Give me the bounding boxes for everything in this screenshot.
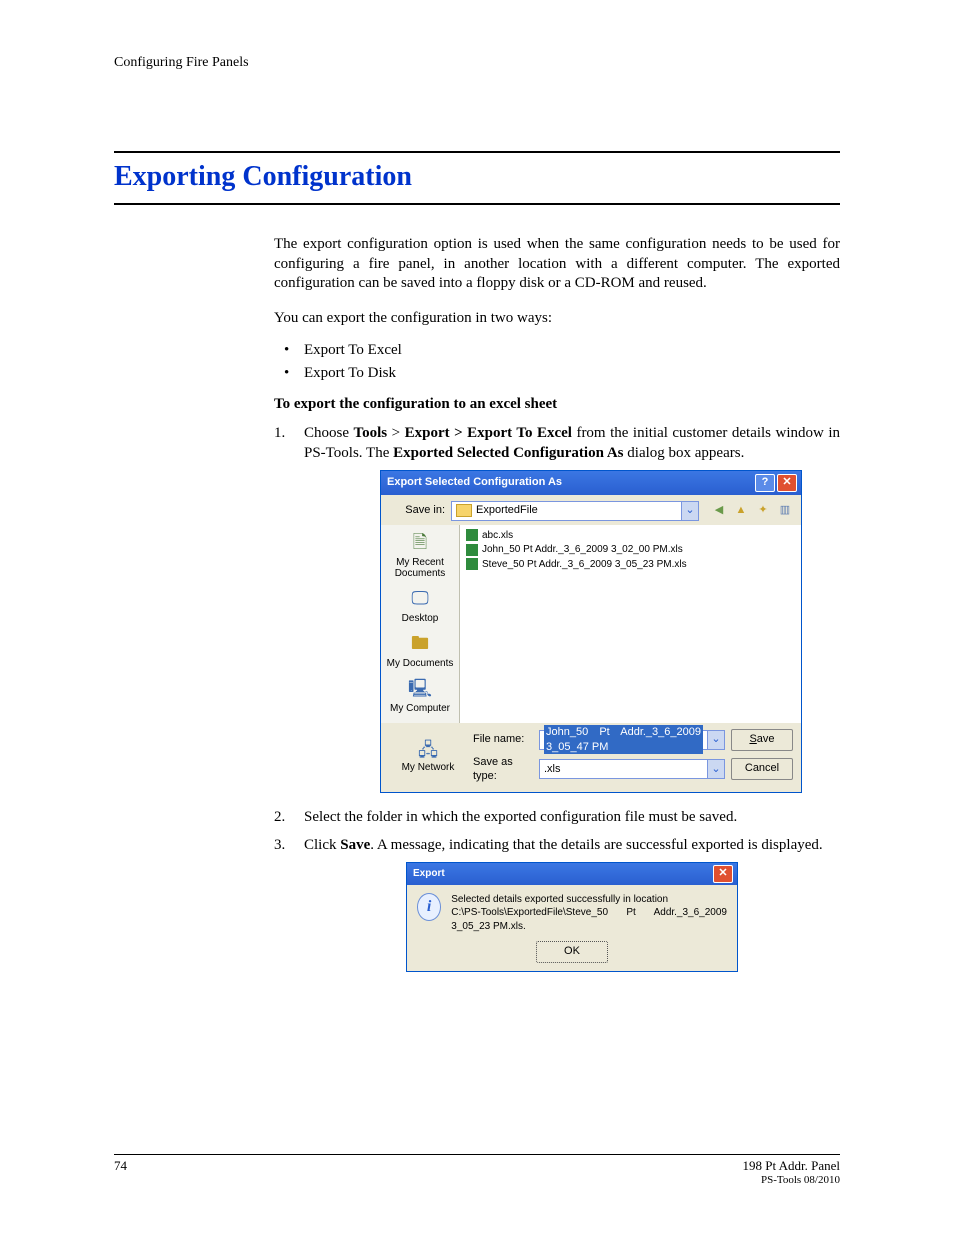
- msg-title-text: Export: [413, 867, 445, 881]
- chevron-down-icon[interactable]: ⌄: [707, 731, 724, 749]
- place-recent[interactable]: 🗎 My Recent Documents: [381, 529, 459, 585]
- save-button[interactable]: Save: [731, 729, 793, 751]
- intro-paragraph-1: The export configuration option is used …: [274, 235, 840, 294]
- recent-docs-icon: 🗎: [406, 531, 434, 555]
- step1-tools: Tools: [354, 425, 388, 441]
- nav-back-icon[interactable]: ◀: [711, 503, 727, 518]
- place-mycomp-label: My Computer: [383, 703, 457, 714]
- save-button-tail: ave: [757, 733, 775, 745]
- bullet-export-excel: Export To Excel: [274, 342, 840, 359]
- msg-text: Selected details exported successfully i…: [451, 893, 727, 934]
- savetype-combo[interactable]: .xls ⌄: [539, 759, 725, 779]
- filename-input[interactable]: John_50 Pt Addr._3_6_2009 3_05_47 PM ⌄: [539, 730, 725, 750]
- page-number: 74: [114, 1158, 127, 1187]
- file-list-pane[interactable]: abc.xls John_50 Pt Addr._3_6_2009 3_02_0…: [460, 525, 801, 723]
- info-icon: i: [417, 893, 441, 921]
- savetype-label: Save as type:: [473, 755, 533, 785]
- section-heading: Exporting Configuration: [114, 151, 840, 205]
- export-options-list: Export To Excel Export To Disk: [274, 342, 840, 382]
- ok-button[interactable]: OK: [536, 941, 608, 963]
- page-footer: 74 198 Pt Addr. Panel PS-Tools 08/2010: [114, 1154, 840, 1187]
- chevron-down-icon[interactable]: ⌄: [681, 502, 698, 520]
- step-2: Select the folder in which the exported …: [274, 807, 840, 827]
- desktop-icon: 🖵: [406, 587, 434, 611]
- step1-sep: >: [387, 425, 404, 441]
- mydocs-icon: 🖿: [406, 632, 434, 656]
- places-bar: 🗎 My Recent Documents 🖵 Desktop 🖿 My Doc…: [381, 525, 460, 723]
- savetype-value: .xls: [544, 762, 561, 777]
- filename-value: John_50 Pt Addr._3_6_2009 3_05_47 PM: [544, 725, 703, 755]
- step1-menu: Export > Export To Excel: [405, 425, 572, 441]
- step1-end: dialog box appears.: [624, 445, 745, 461]
- xls-icon: [466, 544, 478, 556]
- msg-titlebar[interactable]: Export ✕: [407, 863, 737, 885]
- help-icon[interactable]: ?: [755, 474, 775, 492]
- close-icon[interactable]: ✕: [777, 474, 797, 492]
- step-1: Choose Tools > Export > Export To Excel …: [274, 423, 840, 793]
- nav-up-icon[interactable]: ▲: [733, 503, 749, 518]
- msg-line2: C:\PS-Tools\ExportedFile\Steve_50 Pt Add…: [451, 906, 727, 933]
- place-mydocs-label: My Documents: [383, 658, 457, 669]
- folder-icon: [456, 504, 472, 517]
- export-message-dialog: Export ✕ i Selected details exported suc…: [406, 862, 738, 973]
- filename-label: File name:: [473, 732, 533, 747]
- place-mynetwork[interactable]: 🖧 My Network: [389, 740, 467, 773]
- xls-icon: [466, 558, 478, 570]
- dialog-toolbar: Save in: ExportedFile ⌄ ◀ ▲ ✦ ▥: [381, 495, 801, 525]
- intro-paragraph-2: You can export the configuration in two …: [274, 309, 840, 329]
- place-recent-label: My Recent Documents: [383, 557, 457, 579]
- step1-dlgname: Exported Selected Configuration As: [393, 445, 623, 461]
- mycomputer-icon: 🖳: [406, 677, 434, 701]
- new-folder-icon[interactable]: ✦: [755, 503, 771, 518]
- place-mynetwork-label: My Network: [389, 762, 467, 773]
- subheading-excel: To export the configuration to an excel …: [274, 396, 840, 413]
- step3-tail: . A message, indicating that the details…: [370, 837, 822, 853]
- views-icon[interactable]: ▥: [777, 503, 793, 518]
- place-mycomp[interactable]: 🖳 My Computer: [381, 675, 459, 720]
- place-mydocs[interactable]: 🖿 My Documents: [381, 630, 459, 675]
- step1-text: Choose: [304, 425, 354, 441]
- dialog-titlebar[interactable]: Export Selected Configuration As ? ✕: [381, 471, 801, 495]
- footer-product: 198 Pt Addr. Panel: [742, 1158, 840, 1174]
- save-in-combo[interactable]: ExportedFile ⌄: [451, 501, 699, 521]
- file-item[interactable]: John_50 Pt Addr._3_6_2009 3_02_00 PM.xls: [466, 543, 795, 557]
- step3-text: Click: [304, 837, 340, 853]
- save-as-dialog: Export Selected Configuration As ? ✕ Sav…: [380, 470, 802, 794]
- footer-date: PS-Tools 08/2010: [742, 1174, 840, 1187]
- msg-line1: Selected details exported successfully i…: [451, 893, 727, 907]
- file-name: Steve_50 Pt Addr._3_6_2009 3_05_23 PM.xl…: [482, 558, 687, 572]
- step3-save: Save: [340, 837, 370, 853]
- network-icon: 🖧: [414, 740, 442, 762]
- file-item[interactable]: Steve_50 Pt Addr._3_6_2009 3_05_23 PM.xl…: [466, 558, 795, 572]
- save-in-label: Save in:: [389, 503, 445, 518]
- file-name: abc.xls: [482, 529, 513, 543]
- place-desktop-label: Desktop: [383, 613, 457, 624]
- procedure-list: Choose Tools > Export > Export To Excel …: [274, 423, 840, 972]
- close-icon[interactable]: ✕: [713, 865, 733, 883]
- file-name: John_50 Pt Addr._3_6_2009 3_02_00 PM.xls: [482, 543, 683, 557]
- step-3: Click Save. A message, indicating that t…: [274, 835, 840, 972]
- place-desktop[interactable]: 🖵 Desktop: [381, 585, 459, 630]
- file-item[interactable]: abc.xls: [466, 529, 795, 543]
- xls-icon: [466, 529, 478, 541]
- running-header: Configuring Fire Panels: [114, 55, 840, 71]
- dialog-title-text: Export Selected Configuration As: [387, 475, 562, 490]
- bullet-export-disk: Export To Disk: [274, 365, 840, 382]
- save-in-value: ExportedFile: [476, 503, 538, 518]
- cancel-button[interactable]: Cancel: [731, 758, 793, 780]
- chevron-down-icon[interactable]: ⌄: [707, 760, 724, 778]
